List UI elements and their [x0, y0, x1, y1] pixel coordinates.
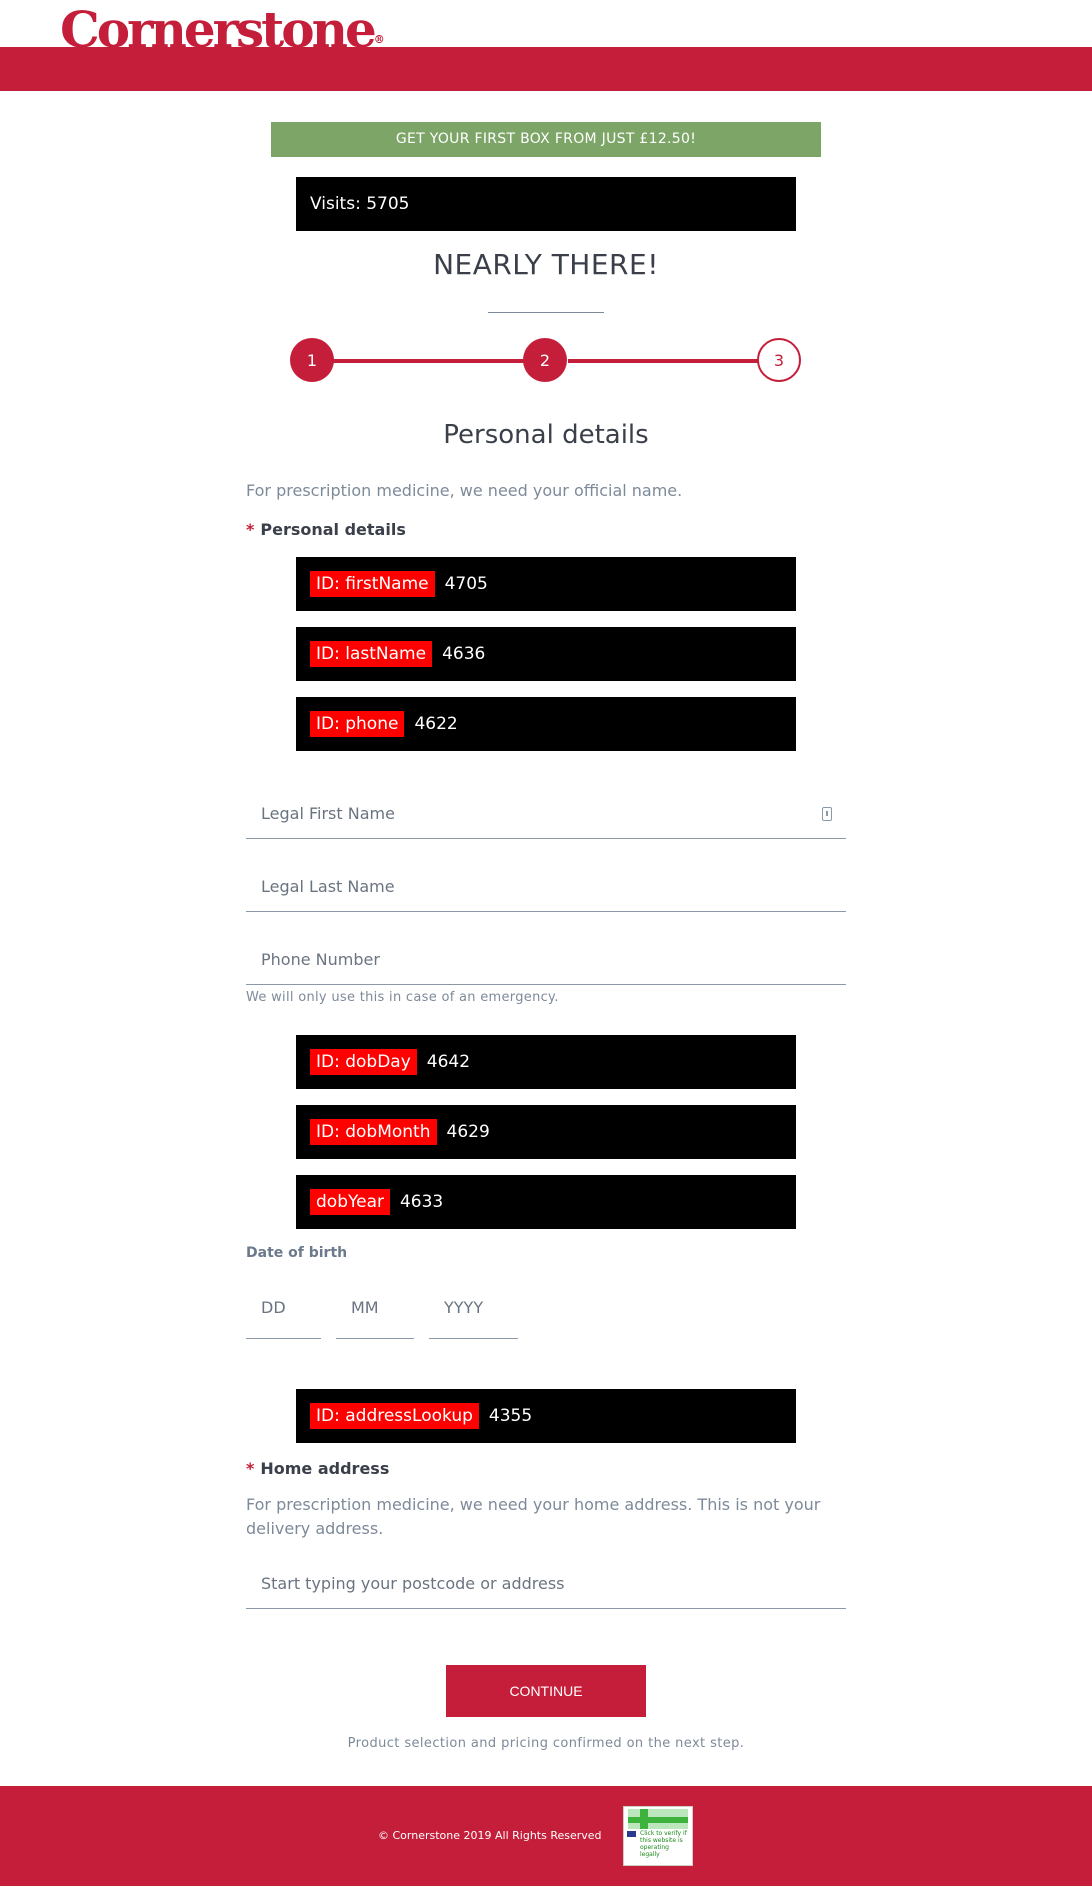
- pharmacy-verification-badge[interactable]: Click to verify if this website is opera…: [623, 1806, 693, 1866]
- debug-bar-dobday: ID: dobDay 4642: [296, 1035, 796, 1089]
- first-name-field[interactable]: Legal First Name: [246, 789, 846, 839]
- logo-text: Cornerstone: [60, 0, 377, 59]
- badge-cross-bar: [628, 1817, 688, 1823]
- address-placeholder: Start typing your postcode or address: [261, 1574, 565, 1593]
- step-3-indicator: 3: [757, 338, 801, 382]
- phone-note: We will only use this in case of an emer…: [246, 990, 559, 1005]
- debug-bar-dobyear: dobYear 4633: [296, 1175, 796, 1229]
- phone-field[interactable]: Phone Number: [246, 935, 846, 985]
- dob-day-placeholder: DD: [261, 1298, 286, 1317]
- visits-counter: Visits: 5705: [296, 177, 796, 231]
- step-2-indicator: 2: [523, 338, 567, 382]
- badge-cross-stem: [640, 1809, 648, 1829]
- required-marker: *: [246, 520, 255, 539]
- personal-details-heading: Personal details: [443, 420, 649, 450]
- visits-text: Visits: 5705: [310, 194, 410, 214]
- debug-bar-lastname: ID: lastName 4636: [296, 627, 796, 681]
- dob-year-placeholder: YYYY: [444, 1298, 484, 1317]
- dob-month-placeholder: MM: [351, 1298, 379, 1317]
- last-name-field[interactable]: Legal Last Name: [246, 862, 846, 912]
- home-address-label: * Home address: [246, 1459, 389, 1478]
- personal-details-label: * Personal details: [246, 520, 406, 539]
- debug-value: 4642: [426, 1052, 471, 1072]
- dob-month-input[interactable]: MM: [336, 1282, 414, 1339]
- debug-bar-addresslookup: ID: addressLookup 4355: [296, 1389, 796, 1443]
- debug-value: 4629: [446, 1122, 490, 1142]
- debug-value: 4633: [399, 1192, 444, 1212]
- debug-id-tag: ID: firstName: [310, 571, 435, 597]
- dob-year-input[interactable]: YYYY: [429, 1282, 518, 1339]
- personal-details-label-text: Personal details: [260, 520, 406, 539]
- debug-id-tag: ID: lastName: [310, 641, 433, 667]
- last-name-placeholder: Legal Last Name: [261, 877, 395, 896]
- debug-value: 4636: [442, 644, 486, 664]
- debug-id-tag: ID: dobMonth: [310, 1119, 437, 1145]
- uk-flag-icon: [627, 1831, 636, 1837]
- step-connector-2: [568, 359, 760, 363]
- debug-id-tag: ID: addressLookup: [310, 1403, 479, 1429]
- copyright-text: © Cornerstone 2019 All Rights Reserved: [378, 1829, 602, 1842]
- debug-bar-firstname: ID: firstName 4705: [296, 557, 796, 611]
- debug-id-tag: ID: dobDay: [310, 1049, 417, 1075]
- address-lookup-field[interactable]: Start typing your postcode or address: [246, 1559, 846, 1609]
- phone-placeholder: Phone Number: [261, 950, 380, 969]
- title-divider: [488, 312, 604, 313]
- first-name-placeholder: Legal First Name: [261, 804, 395, 823]
- continue-button[interactable]: CONTINUE: [446, 1665, 646, 1717]
- site-header: Cornerstone®: [0, 0, 1092, 91]
- debug-value: 4705: [444, 574, 488, 594]
- required-marker: *: [246, 1459, 255, 1478]
- home-address-label-text: Home address: [260, 1459, 390, 1478]
- debug-value: 4355: [488, 1406, 533, 1426]
- registered-mark: ®: [373, 33, 385, 46]
- step-1-indicator: 1: [290, 338, 334, 382]
- debug-bar-phone: ID: phone 4622: [296, 697, 796, 751]
- debug-bar-dobmonth: ID: dobMonth 4629: [296, 1105, 796, 1159]
- badge-text: Click to verify if this website is opera…: [640, 1830, 687, 1858]
- cornerstone-logo[interactable]: Cornerstone®: [60, 2, 385, 58]
- step-connector-1: [312, 359, 524, 363]
- page-title: NEARLY THERE!: [433, 248, 659, 281]
- dob-day-input[interactable]: DD: [246, 1282, 321, 1339]
- date-of-birth-label: Date of birth: [246, 1245, 348, 1261]
- personal-details-intro: For prescription medicine, we need your …: [246, 481, 683, 500]
- debug-id-tag: dobYear: [310, 1189, 390, 1215]
- debug-value: 4622: [414, 714, 458, 734]
- promo-banner: GET YOUR FIRST BOX FROM JUST £12.50!: [271, 122, 821, 157]
- autofill-contact-icon[interactable]: [822, 807, 832, 821]
- debug-id-tag: ID: phone: [310, 711, 405, 737]
- home-address-intro: For prescription medicine, we need your …: [246, 1495, 821, 1538]
- pricing-note: Product selection and pricing confirmed …: [347, 1736, 745, 1751]
